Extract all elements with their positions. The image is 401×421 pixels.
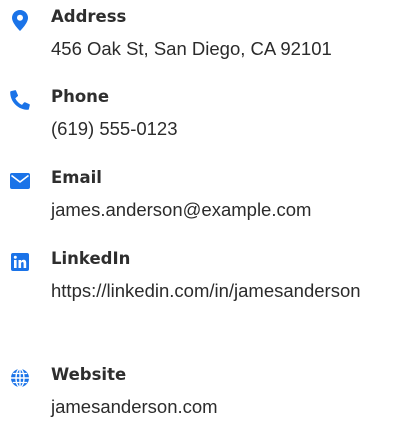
map-marker-icon xyxy=(10,9,30,31)
website-text: Website jamesanderson.com xyxy=(51,364,396,421)
linkedin-text: LinkedIn https://linkedin.com/in/jamesan… xyxy=(51,248,396,306)
email-text: Email james.anderson@example.com xyxy=(51,167,396,225)
linkedin-label: LinkedIn xyxy=(51,249,131,268)
email-label: Email xyxy=(51,168,102,187)
website-label: Website xyxy=(51,365,127,384)
website-value[interactable]: jamesanderson.com xyxy=(51,392,391,421)
phone-text: Phone (619) 555-0123 xyxy=(51,86,396,144)
address-value: 456 Oak St, San Diego, CA 92101 xyxy=(51,38,332,59)
email-value[interactable]: james.anderson@example.com xyxy=(51,195,391,225)
globe-icon xyxy=(10,368,30,388)
envelope-icon xyxy=(10,171,30,191)
phone-value[interactable]: (619) 555-0123 xyxy=(51,114,391,144)
address-label: Address xyxy=(51,7,127,26)
linkedin-icon xyxy=(10,252,30,272)
linkedin-value[interactable]: https://linkedin.com/in/jamesanderson xyxy=(51,276,391,306)
phone-label: Phone xyxy=(51,87,110,106)
phone-icon xyxy=(10,90,30,110)
address-text: Address 456 Oak St, San Diego, CA 92101 xyxy=(51,6,396,64)
